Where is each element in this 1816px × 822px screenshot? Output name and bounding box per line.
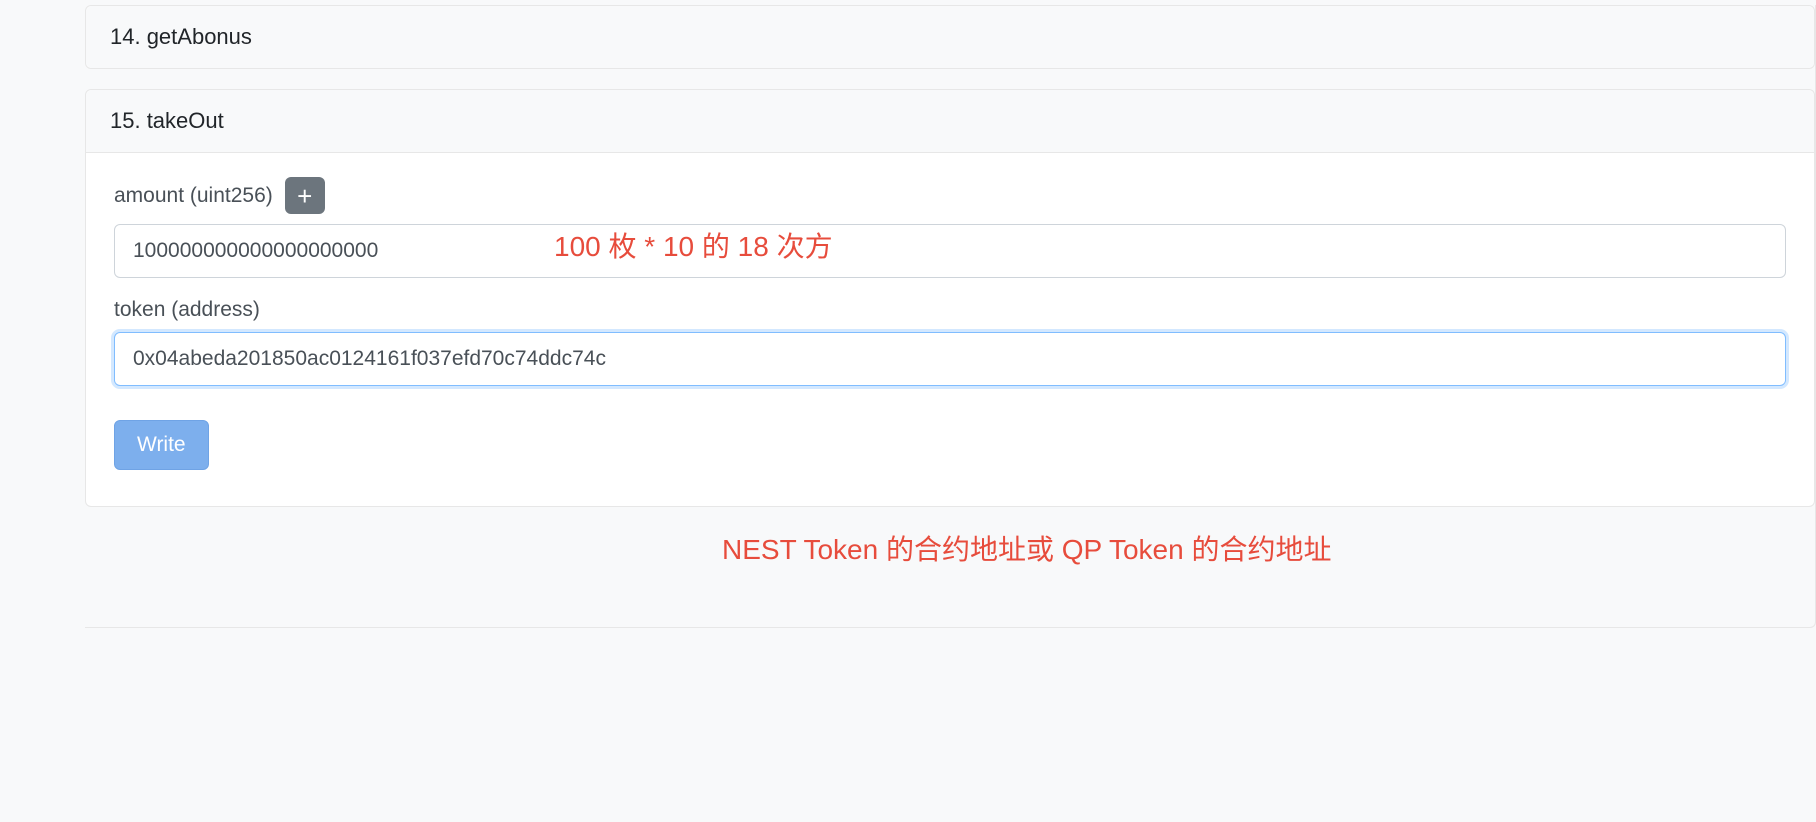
annotation-token: NEST Token 的合约地址或 QP Token 的合约地址: [722, 528, 1331, 568]
amount-label: amount (uint256): [114, 184, 273, 208]
field-label-row: amount (uint256) +: [114, 177, 1786, 214]
amount-input[interactable]: [114, 224, 1786, 278]
function-body-takeOut: amount (uint256) + 100 枚 * 10 的 18 次方 to…: [86, 153, 1814, 506]
plus-icon: +: [297, 183, 312, 209]
function-header-getAbonus[interactable]: 14. getAbonus: [86, 6, 1814, 68]
field-group-amount: amount (uint256) + 100 枚 * 10 的 18 次方: [114, 177, 1786, 278]
function-title: 14. getAbonus: [110, 24, 252, 49]
function-title: 15. takeOut: [110, 108, 224, 133]
function-header-takeOut[interactable]: 15. takeOut: [86, 90, 1814, 153]
field-label-row: token (address): [114, 298, 1786, 322]
token-label: token (address): [114, 298, 260, 322]
write-button-label: Write: [137, 433, 186, 456]
add-amount-button[interactable]: +: [285, 177, 325, 214]
write-button[interactable]: Write: [114, 420, 209, 470]
function-panel-takeOut: 15. takeOut amount (uint256) + 100 枚 * 1…: [85, 89, 1815, 507]
function-panel-getAbonus: 14. getAbonus: [85, 5, 1815, 69]
field-group-token: token (address) NEST Token 的合约地址或 QP Tok…: [114, 298, 1786, 386]
token-input[interactable]: [114, 332, 1786, 386]
annotation-amount: 100 枚 * 10 的 18 次方: [554, 225, 833, 265]
